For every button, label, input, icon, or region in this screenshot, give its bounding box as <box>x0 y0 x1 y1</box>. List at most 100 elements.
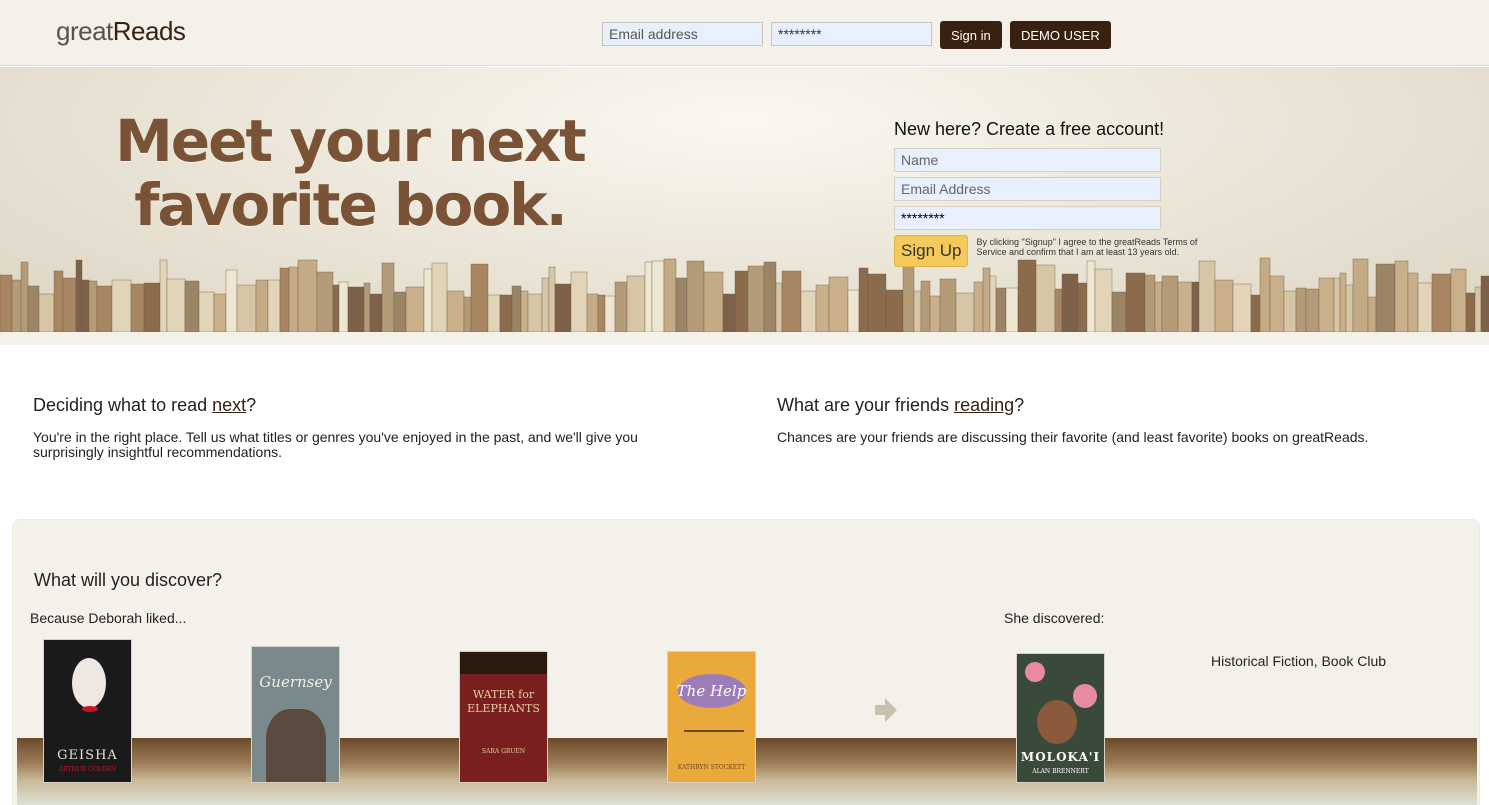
book-spine <box>423 268 433 332</box>
signup-email-input[interactable] <box>894 177 1161 201</box>
book-spine <box>1333 277 1341 332</box>
next-link[interactable]: next <box>212 395 246 415</box>
arrow-right-icon <box>875 698 897 722</box>
book-spine <box>1352 258 1369 332</box>
book-spine <box>939 278 957 332</box>
book-spine <box>1474 286 1482 332</box>
logo[interactable]: greatReads <box>56 16 186 47</box>
book-spine <box>1154 281 1163 332</box>
book-spine <box>75 259 83 332</box>
book-spine <box>332 284 340 332</box>
book-spine <box>255 279 269 332</box>
signup-button[interactable]: Sign Up <box>894 235 969 267</box>
book-spine <box>405 286 425 332</box>
book-spine <box>166 278 186 332</box>
book-spine <box>1480 275 1489 332</box>
book-spine <box>11 279 22 332</box>
signup-name-input[interactable] <box>894 148 1161 172</box>
book-spine <box>213 293 227 332</box>
info-text-friends: Chances are your friends are discussing … <box>777 429 1369 445</box>
book-spine <box>279 267 290 332</box>
book-spine <box>316 271 334 332</box>
book-spine <box>520 290 529 332</box>
discover-section: What will you discover? Because Deborah … <box>12 519 1480 805</box>
book-spine <box>775 282 783 332</box>
book-spine <box>130 283 145 332</box>
book-spine <box>81 279 90 332</box>
signup-heading: New here? Create a free account! <box>894 119 1165 139</box>
book-spine <box>1283 290 1297 332</box>
book-spine <box>1125 272 1146 332</box>
signup-password-input[interactable] <box>894 206 1161 230</box>
book-spine <box>363 282 371 332</box>
book-spine <box>1450 268 1467 332</box>
book-spine <box>747 265 765 332</box>
book-spine <box>815 284 830 332</box>
book-spine <box>1250 294 1261 332</box>
book-spine <box>1198 260 1216 332</box>
info-heading-friends: What are your friends reading? <box>777 395 1025 415</box>
book-spine <box>1191 281 1200 332</box>
reading-link[interactable]: reading <box>954 395 1014 415</box>
book-spine <box>20 261 29 332</box>
book-spine <box>0 274 13 332</box>
book-cover-water-for-elephants[interactable]: WATER for ELEPHANTS SARA GRUEN <box>459 651 548 783</box>
book-spine <box>347 286 365 332</box>
hero-banner: Meet your next favorite book. New here? … <box>0 67 1489 332</box>
divider-strip <box>0 332 1489 345</box>
discovered-label: She discovered: <box>1004 610 1105 626</box>
book-spine <box>675 277 688 332</box>
book-spine <box>511 285 522 332</box>
book-spine <box>1214 279 1234 332</box>
book-spine <box>88 280 98 332</box>
book-spine <box>225 269 238 332</box>
book-spine <box>973 281 984 332</box>
book-spine <box>1345 284 1354 332</box>
demo-user-button[interactable]: DEMO USER <box>1010 21 1111 49</box>
book-cover-guernsey[interactable]: Guernsey <box>251 646 340 783</box>
book-cover-molokai[interactable]: MOLOKA'I ALAN BRENNERT <box>1016 653 1105 783</box>
book-spine <box>867 273 887 332</box>
book-spine <box>686 260 705 332</box>
book-spine <box>920 280 931 332</box>
book-spine <box>722 293 736 332</box>
book-spine <box>38 293 55 332</box>
book-spine <box>1061 273 1079 332</box>
book-spine <box>1144 274 1156 332</box>
book-spine <box>62 277 77 332</box>
book-spine <box>487 294 501 332</box>
book-spine <box>541 277 550 332</box>
book-cover-the-help[interactable]: The Help KATHRYN STOCKETT <box>667 651 756 783</box>
book-spine <box>470 263 489 332</box>
book-spine <box>644 261 653 332</box>
book-cover-geisha[interactable]: GEISHA ARTHUR GOLDEN <box>43 639 132 783</box>
book-spine <box>184 280 200 332</box>
book-spine <box>1417 282 1433 332</box>
book-spine <box>1318 277 1335 332</box>
book-spine <box>1077 282 1088 332</box>
book-spine <box>1339 272 1347 332</box>
book-spine <box>381 262 395 332</box>
genres-text: Historical Fiction, Book Club <box>1211 653 1387 669</box>
book-spine <box>663 258 677 332</box>
book-spine <box>527 293 543 332</box>
signin-button[interactable]: Sign in <box>940 21 1002 49</box>
book-spine <box>913 290 922 332</box>
book-spine <box>1094 268 1113 332</box>
signin-email-input[interactable] <box>602 22 763 46</box>
book-spine <box>651 260 665 332</box>
book-spine <box>1375 263 1396 332</box>
because-label: Because Deborah liked... <box>30 610 187 626</box>
book-spine <box>548 266 556 332</box>
book-spine <box>1161 275 1179 332</box>
signin-password-input[interactable] <box>771 22 932 46</box>
book-spine <box>1269 275 1285 332</box>
book-spine <box>143 282 161 332</box>
top-nav: greatReads Sign in DEMO USER <box>0 0 1489 66</box>
bookshelf-illustration <box>0 257 1489 332</box>
book-spine <box>96 285 113 332</box>
book-spine <box>1407 272 1419 332</box>
book-spine <box>1431 273 1452 332</box>
book-spine <box>597 294 606 332</box>
book-spine <box>1259 257 1271 332</box>
